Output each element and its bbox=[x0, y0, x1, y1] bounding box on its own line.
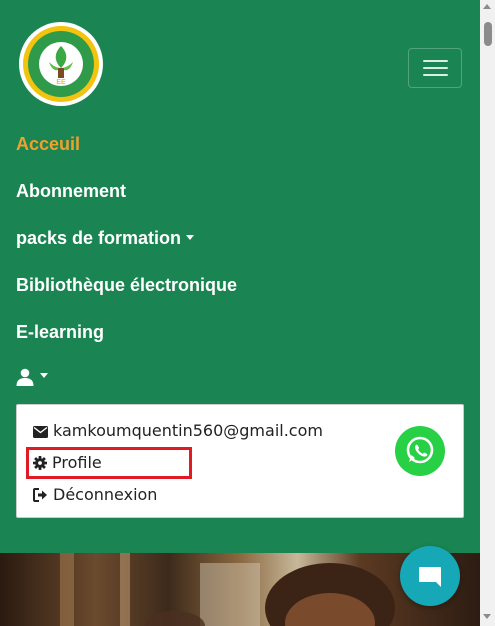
user-email-item[interactable]: kamkoumquentin560@gmail.com bbox=[33, 421, 323, 440]
navbar-toggle-button[interactable] bbox=[408, 48, 462, 88]
scrollbar-thumb[interactable] bbox=[484, 22, 492, 46]
hamburger-icon bbox=[423, 60, 448, 62]
user-icon bbox=[16, 368, 34, 387]
caret-down-icon bbox=[186, 234, 195, 240]
user-email-text: kamkoumquentin560@gmail.com bbox=[53, 421, 323, 440]
chat-bubble-icon bbox=[419, 567, 441, 587]
sign-out-icon bbox=[33, 488, 47, 502]
profile-highlight-box bbox=[26, 447, 192, 479]
envelope-icon bbox=[33, 426, 48, 438]
brand-logo[interactable]: EE bbox=[19, 22, 103, 106]
nav-item-abonnement[interactable]: Abonnement bbox=[16, 181, 126, 202]
scrollbar[interactable] bbox=[480, 0, 495, 626]
user-menu-toggle[interactable] bbox=[16, 366, 48, 387]
nav-item-packs-de-formation[interactable]: packs de formation bbox=[16, 228, 195, 249]
nav-item-bibliotheque[interactable]: Bibliothèque électronique bbox=[16, 275, 237, 296]
scroll-up-arrow-icon[interactable] bbox=[483, 4, 491, 9]
nav-item-packs-label: packs de formation bbox=[16, 228, 182, 248]
svg-text:EE: EE bbox=[56, 79, 66, 86]
chat-button[interactable] bbox=[400, 546, 460, 606]
logout-menu-item[interactable]: Déconnexion bbox=[33, 485, 157, 504]
nav-item-e-learning[interactable]: E-learning bbox=[16, 322, 104, 343]
logout-label: Déconnexion bbox=[53, 485, 158, 504]
epreuve-express-logo-icon: EE bbox=[20, 23, 102, 105]
scroll-down-arrow-icon[interactable] bbox=[483, 614, 491, 619]
whatsapp-icon bbox=[406, 436, 434, 464]
caret-down-icon bbox=[40, 372, 48, 378]
nav-item-acceuil[interactable]: Acceuil bbox=[16, 134, 80, 155]
whatsapp-button[interactable] bbox=[395, 426, 445, 476]
